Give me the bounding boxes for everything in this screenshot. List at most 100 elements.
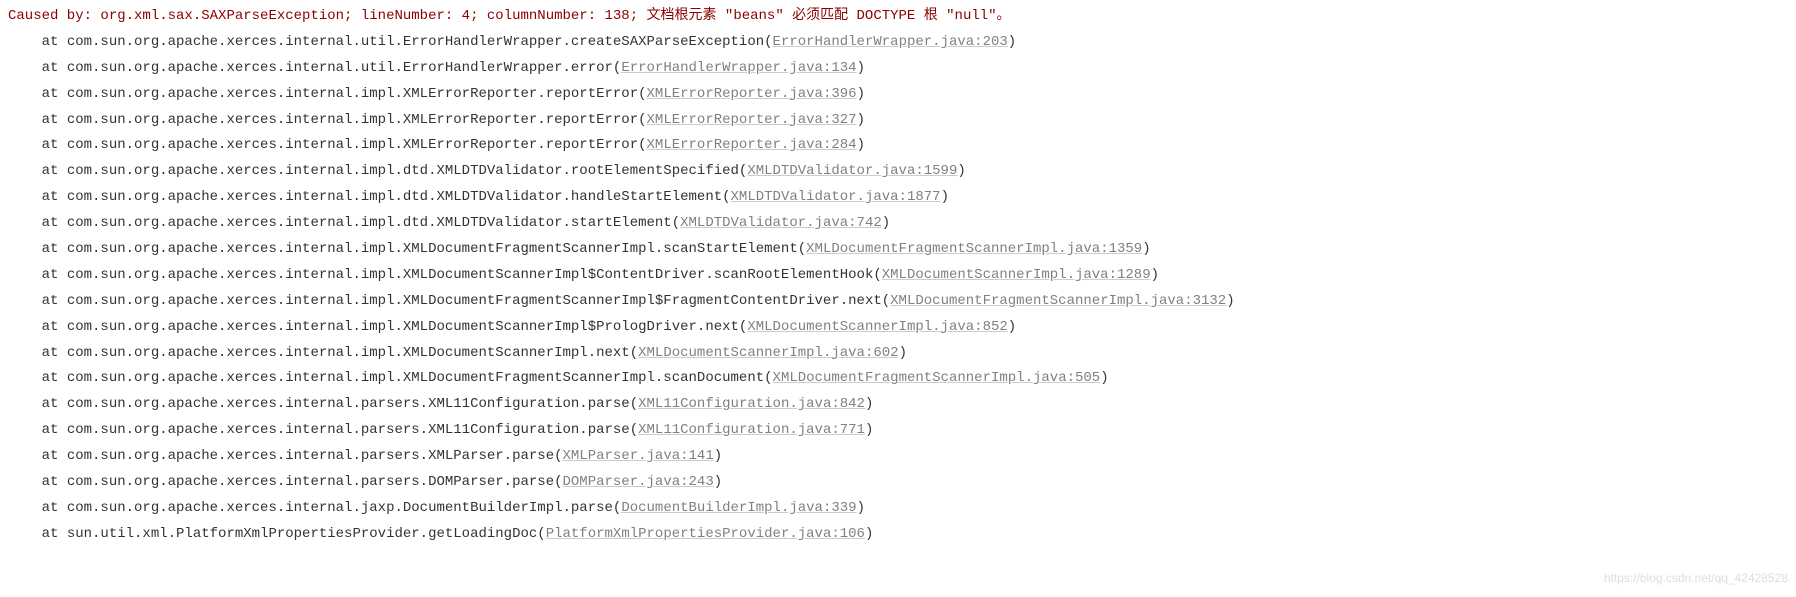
- paren-close: ): [882, 215, 890, 231]
- paren-close: ): [1008, 319, 1016, 335]
- method-path: com.sun.org.apache.xerces.internal.parse…: [67, 396, 630, 412]
- stack-trace: Caused by: org.xml.sax.SAXParseException…: [8, 4, 1788, 548]
- method-path: com.sun.org.apache.xerces.internal.parse…: [67, 474, 554, 490]
- stack-frame: at sun.util.xml.PlatformXmlPropertiesPro…: [8, 522, 1788, 548]
- paren-close: ): [1151, 267, 1159, 283]
- method-path: com.sun.org.apache.xerces.internal.parse…: [67, 422, 630, 438]
- stack-frame: at com.sun.org.apache.xerces.internal.ja…: [8, 496, 1788, 522]
- at-keyword: at: [42, 370, 67, 386]
- stack-frame: at com.sun.org.apache.xerces.internal.pa…: [8, 392, 1788, 418]
- stack-frame: at com.sun.org.apache.xerces.internal.im…: [8, 263, 1788, 289]
- source-link[interactable]: DocumentBuilderImpl.java:339: [621, 500, 856, 516]
- paren-open: (: [672, 215, 680, 231]
- source-link[interactable]: XMLDocumentFragmentScannerImpl.java:505: [773, 370, 1101, 386]
- paren-close: ): [899, 345, 907, 361]
- method-path: com.sun.org.apache.xerces.internal.impl.…: [67, 163, 739, 179]
- source-link[interactable]: XMLDTDValidator.java:1877: [731, 189, 941, 205]
- paren-close: ): [1008, 34, 1016, 50]
- source-link[interactable]: XMLDocumentScannerImpl.java:852: [747, 319, 1007, 335]
- paren-close: ): [865, 396, 873, 412]
- at-keyword: at: [42, 319, 67, 335]
- at-keyword: at: [42, 137, 67, 153]
- source-link[interactable]: XMLDocumentScannerImpl.java:602: [638, 345, 898, 361]
- method-path: com.sun.org.apache.xerces.internal.jaxp.…: [67, 500, 613, 516]
- stack-frame: at com.sun.org.apache.xerces.internal.im…: [8, 133, 1788, 159]
- at-keyword: at: [42, 86, 67, 102]
- stack-frame: at com.sun.org.apache.xerces.internal.pa…: [8, 418, 1788, 444]
- stack-frame: at com.sun.org.apache.xerces.internal.ut…: [8, 30, 1788, 56]
- stack-frame: at com.sun.org.apache.xerces.internal.im…: [8, 82, 1788, 108]
- source-link[interactable]: XMLErrorReporter.java:396: [647, 86, 857, 102]
- paren-close: ): [1100, 370, 1108, 386]
- at-keyword: at: [42, 474, 67, 490]
- method-path: com.sun.org.apache.xerces.internal.util.…: [67, 60, 613, 76]
- at-keyword: at: [42, 189, 67, 205]
- source-link[interactable]: XMLDocumentScannerImpl.java:1289: [882, 267, 1151, 283]
- paren-open: (: [630, 396, 638, 412]
- method-path: com.sun.org.apache.xerces.internal.impl.…: [67, 241, 798, 257]
- at-keyword: at: [42, 293, 67, 309]
- paren-close: ): [857, 60, 865, 76]
- stack-frame: at com.sun.org.apache.xerces.internal.im…: [8, 185, 1788, 211]
- paren-open: (: [873, 267, 881, 283]
- stack-frame: at com.sun.org.apache.xerces.internal.im…: [8, 237, 1788, 263]
- source-link[interactable]: XMLDocumentFragmentScannerImpl.java:1359: [806, 241, 1142, 257]
- paren-close: ): [714, 448, 722, 464]
- at-keyword: at: [42, 267, 67, 283]
- method-path: com.sun.org.apache.xerces.internal.impl.…: [67, 267, 874, 283]
- exception-message: org.xml.sax.SAXParseException; lineNumbe…: [100, 8, 1010, 24]
- at-keyword: at: [42, 500, 67, 516]
- stack-frame: at com.sun.org.apache.xerces.internal.im…: [8, 289, 1788, 315]
- paren-open: (: [764, 370, 772, 386]
- paren-close: ): [957, 163, 965, 179]
- source-link[interactable]: DOMParser.java:243: [563, 474, 714, 490]
- at-keyword: at: [42, 163, 67, 179]
- paren-close: ): [857, 112, 865, 128]
- source-link[interactable]: XMLParser.java:141: [563, 448, 714, 464]
- source-link[interactable]: ErrorHandlerWrapper.java:203: [773, 34, 1008, 50]
- stack-frame: at com.sun.org.apache.xerces.internal.im…: [8, 366, 1788, 392]
- paren-open: (: [554, 448, 562, 464]
- source-link[interactable]: XMLErrorReporter.java:284: [647, 137, 857, 153]
- stack-frame: at com.sun.org.apache.xerces.internal.im…: [8, 341, 1788, 367]
- at-keyword: at: [42, 241, 67, 257]
- watermark: https://blog.csdn.net/qq_42428528: [1604, 567, 1788, 589]
- stack-frame: at com.sun.org.apache.xerces.internal.im…: [8, 159, 1788, 185]
- source-link[interactable]: XMLDTDValidator.java:1599: [747, 163, 957, 179]
- paren-close: ): [857, 137, 865, 153]
- method-path: com.sun.org.apache.xerces.internal.impl.…: [67, 215, 672, 231]
- paren-open: (: [630, 345, 638, 361]
- paren-open: (: [638, 137, 646, 153]
- exception-line: Caused by: org.xml.sax.SAXParseException…: [8, 4, 1788, 30]
- stack-frame: at com.sun.org.apache.xerces.internal.pa…: [8, 444, 1788, 470]
- stack-frame: at com.sun.org.apache.xerces.internal.pa…: [8, 470, 1788, 496]
- paren-open: (: [638, 112, 646, 128]
- stack-frames: at com.sun.org.apache.xerces.internal.ut…: [8, 30, 1788, 548]
- source-link[interactable]: XMLDTDValidator.java:742: [680, 215, 882, 231]
- method-path: com.sun.org.apache.xerces.internal.impl.…: [67, 112, 638, 128]
- source-link[interactable]: ErrorHandlerWrapper.java:134: [621, 60, 856, 76]
- stack-frame: at com.sun.org.apache.xerces.internal.im…: [8, 211, 1788, 237]
- method-path: com.sun.org.apache.xerces.internal.impl.…: [67, 345, 630, 361]
- method-path: com.sun.org.apache.xerces.internal.util.…: [67, 34, 764, 50]
- paren-close: ): [857, 86, 865, 102]
- at-keyword: at: [42, 34, 67, 50]
- source-link[interactable]: XML11Configuration.java:842: [638, 396, 865, 412]
- at-keyword: at: [42, 60, 67, 76]
- source-link[interactable]: XMLDocumentFragmentScannerImpl.java:3132: [890, 293, 1226, 309]
- source-link[interactable]: XMLErrorReporter.java:327: [647, 112, 857, 128]
- method-path: com.sun.org.apache.xerces.internal.impl.…: [67, 319, 739, 335]
- at-keyword: at: [42, 448, 67, 464]
- paren-open: (: [630, 422, 638, 438]
- stack-frame: at com.sun.org.apache.xerces.internal.im…: [8, 108, 1788, 134]
- source-link[interactable]: XML11Configuration.java:771: [638, 422, 865, 438]
- paren-open: (: [537, 526, 545, 542]
- source-link[interactable]: PlatformXmlPropertiesProvider.java:106: [546, 526, 865, 542]
- paren-close: ): [1142, 241, 1150, 257]
- stack-frame: at com.sun.org.apache.xerces.internal.ut…: [8, 56, 1788, 82]
- at-keyword: at: [42, 526, 67, 542]
- method-path: sun.util.xml.PlatformXmlPropertiesProvid…: [67, 526, 537, 542]
- method-path: com.sun.org.apache.xerces.internal.impl.…: [67, 370, 764, 386]
- paren-close: ): [714, 474, 722, 490]
- paren-open: (: [798, 241, 806, 257]
